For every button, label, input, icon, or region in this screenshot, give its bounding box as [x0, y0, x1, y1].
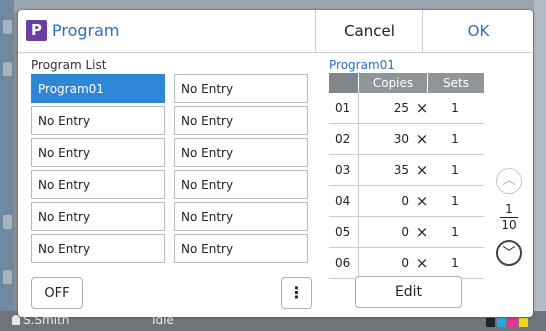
page-total: 10 [501, 218, 517, 232]
table-row: 06 0 × 1 [329, 248, 484, 279]
program-slot-11[interactable]: No Entry [31, 234, 165, 263]
program-slot-1[interactable]: Program01 [31, 74, 165, 103]
program-dialog: P Program Cancel OK Program List Program… [18, 10, 533, 317]
row-number: 04 [335, 194, 351, 208]
background-right-panel [534, 0, 546, 331]
chevron-down-icon: ﹀ [502, 246, 516, 261]
dialog-header: P Program Cancel OK [18, 10, 533, 53]
row-sets: 1 [451, 225, 459, 239]
row-copies: 30 [393, 132, 409, 146]
row-copies: 25 [393, 101, 409, 115]
program-slot-4[interactable]: No Entry [174, 106, 308, 135]
program-slot-3[interactable]: No Entry [31, 106, 165, 135]
table-row: 03 35 × 1 [329, 155, 484, 186]
row-number: 06 [335, 256, 351, 270]
times-icon: × [415, 99, 429, 117]
row-copies: 0 [401, 194, 409, 208]
row-sets: 1 [451, 194, 459, 208]
times-icon: × [415, 130, 429, 148]
background-icon [3, 270, 12, 284]
table-row: 02 30 × 1 [329, 124, 484, 155]
more-options-button[interactable]: ⋮ [281, 277, 312, 309]
header-number [329, 73, 358, 93]
program-icon: P [26, 20, 47, 41]
table-header: Copies Sets [329, 73, 501, 93]
background-icon [3, 20, 12, 34]
user-icon [12, 315, 20, 325]
row-copies: 0 [401, 225, 409, 239]
times-icon: × [415, 161, 429, 179]
row-sets: 1 [451, 256, 459, 270]
times-icon: × [415, 192, 429, 210]
program-slot-12[interactable]: No Entry [174, 234, 308, 263]
table-row: 04 0 × 1 [329, 186, 484, 217]
program-slot-9[interactable]: No Entry [31, 202, 165, 231]
header-sets: Sets [428, 73, 484, 93]
row-copies: 35 [393, 163, 409, 177]
cancel-button[interactable]: Cancel [315, 10, 423, 52]
chevron-up-icon: ︿ [502, 173, 516, 188]
scroll-down-button[interactable]: ﹀ [496, 240, 522, 266]
row-copies: 0 [401, 256, 409, 270]
selected-program-title: Program01 [329, 58, 395, 72]
program-detail-table: Copies Sets 01 25 × 1 02 30 × 1 03 35 × … [329, 73, 501, 279]
dialog-title: Program [52, 21, 120, 40]
table-row: 05 0 × 1 [329, 217, 484, 248]
row-number: 02 [335, 132, 351, 146]
program-slot-10[interactable]: No Entry [174, 202, 308, 231]
ink-levels [484, 316, 528, 330]
times-icon: × [415, 223, 429, 241]
row-number: 01 [335, 101, 351, 115]
scroll-up-button[interactable]: ︿ [496, 168, 522, 194]
program-slot-6[interactable]: No Entry [174, 138, 308, 167]
off-button[interactable]: OFF [31, 277, 83, 309]
ok-button[interactable]: OK [422, 10, 533, 52]
program-slot-2[interactable]: No Entry [174, 74, 308, 103]
times-icon: × [415, 254, 429, 272]
row-number: 05 [335, 225, 351, 239]
program-slot-5[interactable]: No Entry [31, 138, 165, 167]
row-sets: 1 [451, 101, 459, 115]
page-current: 1 [505, 202, 513, 216]
background-icon [3, 215, 12, 229]
program-slot-8[interactable]: No Entry [174, 170, 308, 199]
background-icon [3, 62, 12, 76]
table-row: 01 25 × 1 [329, 93, 484, 124]
row-sets: 1 [451, 132, 459, 146]
row-number: 03 [335, 163, 351, 177]
row-sets: 1 [451, 163, 459, 177]
edit-button[interactable]: Edit [355, 276, 462, 308]
background-left-panel [0, 0, 14, 331]
header-copies: Copies [359, 73, 427, 93]
program-list-label: Program List [31, 58, 107, 72]
program-slot-7[interactable]: No Entry [31, 170, 165, 199]
